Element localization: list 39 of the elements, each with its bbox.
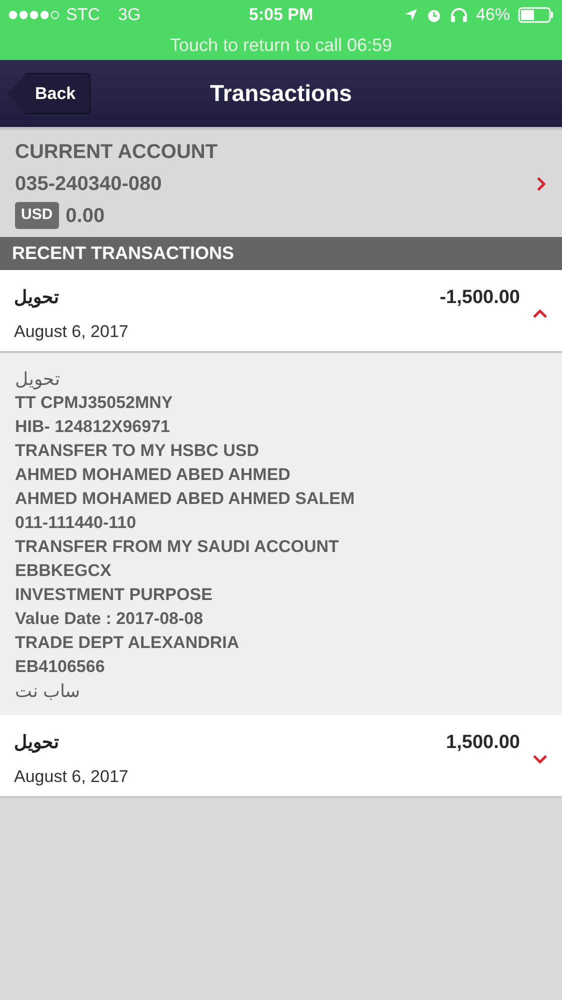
detail-line: TRANSFER FROM MY SAUDI ACCOUNT xyxy=(15,536,339,558)
battery-percentage: 46% xyxy=(476,4,510,26)
chevron-up-icon[interactable] xyxy=(532,308,548,320)
detail-line: AHMED MOHAMED ABED AHMED xyxy=(15,464,290,486)
clock-time: 5:05 PM xyxy=(248,4,314,26)
account-balance: 0.00 xyxy=(66,204,105,228)
section-header: RECENT TRANSACTIONS xyxy=(0,237,562,270)
transaction-date: August 6, 2017 xyxy=(14,766,130,788)
currency-tag: USD xyxy=(15,202,59,229)
alarm-clock-icon xyxy=(426,7,442,23)
transaction-amount: 1,500.00 xyxy=(446,731,520,755)
transaction-description: تحويل xyxy=(14,286,59,310)
location-arrow-icon xyxy=(404,8,418,22)
account-name: CURRENT ACCOUNT xyxy=(15,140,219,164)
chevron-down-icon[interactable] xyxy=(532,753,548,765)
transaction-amount: -1,500.00 xyxy=(440,286,520,310)
headphones-icon xyxy=(450,7,468,23)
battery-icon xyxy=(518,7,554,23)
detail-line: EB4106566 xyxy=(15,656,105,678)
detail-line: AHMED MOHAMED ABED AHMED SALEM xyxy=(15,488,355,510)
signal-strength-icon xyxy=(8,10,60,20)
detail-line: 011-111440-110 xyxy=(15,512,136,534)
back-button[interactable]: Back xyxy=(8,73,91,114)
detail-line: ساب نت xyxy=(15,680,80,703)
transaction-description: تحويل xyxy=(14,731,59,755)
screen-title: Transactions xyxy=(210,79,352,108)
detail-line: TRANSFER TO MY HSBC USD xyxy=(15,440,260,462)
chevron-right-icon[interactable] xyxy=(535,176,547,192)
carrier-name: STC xyxy=(66,4,100,26)
transaction-date: August 6, 2017 xyxy=(14,321,130,343)
detail-line: INVESTMENT PURPOSE xyxy=(15,584,212,606)
detail-line: TT CPMJ35052MNY xyxy=(15,392,173,414)
detail-line: HIB- 124812X96971 xyxy=(15,416,170,438)
detail-line: تحويل xyxy=(15,368,60,391)
detail-line: TRADE DEPT ALEXANDRIA xyxy=(15,632,240,654)
detail-line: Value Date : 2017-08-08 xyxy=(15,608,204,630)
account-number: 035-240340-080 xyxy=(15,172,163,196)
network-type: 3G xyxy=(118,4,141,26)
detail-line: EBBKEGCX xyxy=(15,560,112,582)
